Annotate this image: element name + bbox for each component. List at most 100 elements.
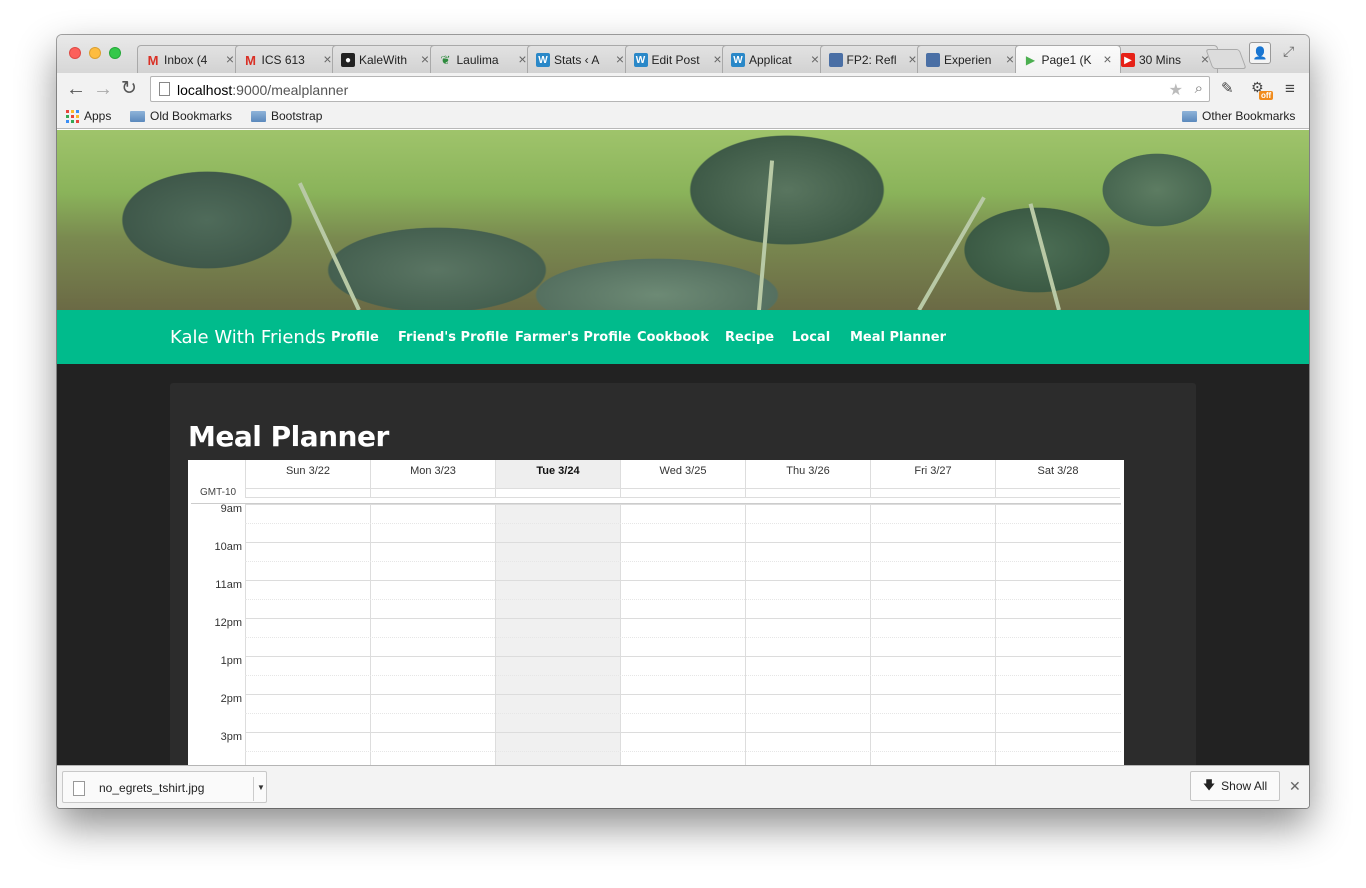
bookmark-apps[interactable]: Apps — [66, 109, 111, 123]
browser-window: M Inbox (4 × M ICS 613 × ● KaleWith × ❦ Laulima × W S… — [57, 35, 1309, 808]
address-bar[interactable]: localhost:9000/mealplanner ★ ⌕ — [150, 76, 1210, 102]
reload-icon[interactable]: ↻ — [121, 78, 137, 100]
all-day-slot[interactable] — [245, 488, 370, 498]
bookmark-star-icon[interactable]: ★ — [1169, 80, 1183, 100]
back-arrow-icon[interactable]: ← — [66, 78, 86, 100]
all-day-slot[interactable] — [995, 488, 1120, 498]
wordpress-icon: W — [536, 53, 550, 67]
all-day-slot[interactable] — [495, 488, 620, 498]
eyedropper-extension-icon[interactable]: ✎ — [1221, 79, 1241, 99]
tab-close-icon[interactable]: × — [1103, 51, 1111, 67]
hour-gridline — [245, 694, 1121, 695]
all-day-slot[interactable] — [745, 488, 870, 498]
minimize-window-button[interactable] — [89, 47, 101, 59]
new-tab-button[interactable] — [1205, 49, 1247, 69]
page-icon — [828, 53, 843, 67]
site-brand-link[interactable]: Kale With Friends — [170, 327, 326, 348]
tab-close-icon[interactable]: × — [616, 51, 624, 67]
tab-close-icon[interactable]: × — [518, 51, 526, 67]
calendar-day-column[interactable] — [745, 504, 870, 765]
site-navbar: Kale With Friends Profile Friend's Profi… — [57, 310, 1309, 364]
download-file-name: no_egrets_tshirt.jpg — [99, 781, 205, 795]
all-day-slot[interactable] — [620, 488, 745, 498]
folder-icon — [130, 110, 145, 122]
all-day-slot[interactable] — [870, 488, 995, 498]
bookmark-label: Other Bookmarks — [1202, 109, 1296, 123]
nav-local[interactable]: Local — [792, 330, 830, 345]
hour-gridline — [245, 656, 1121, 657]
bookmark-apps-label: Apps — [84, 109, 112, 123]
laulima-icon: ❦ — [440, 53, 451, 67]
tab-title: 30 Mins — [1139, 53, 1182, 67]
hour-label: 1pm — [220, 655, 242, 667]
fullscreen-icon[interactable]: ⤢ — [1283, 43, 1294, 60]
all-day-slot[interactable] — [370, 488, 495, 498]
show-all-downloads-button[interactable]: 🡇 Show All — [1190, 771, 1280, 801]
tab-strip: M Inbox (4 × M ICS 613 × ● KaleWith × ❦ Laulima × W S… — [57, 35, 1309, 73]
wordpress-icon: W — [633, 53, 648, 67]
browser-tab[interactable]: W Applicat × — [722, 45, 828, 73]
nav-farmers-profile[interactable]: Farmer's Profile — [515, 330, 631, 345]
browser-tab[interactable]: ▶ 30 Mins × — [1112, 45, 1218, 73]
bookmark-label: Old Bookmarks — [150, 109, 233, 123]
nav-profile[interactable]: Profile — [331, 330, 379, 345]
chrome-menu-icon[interactable]: ≡ — [1285, 79, 1295, 99]
url-host: localhost — [177, 82, 233, 98]
browser-toolbar: ← → ↻ localhost:9000/mealplanner ★ ⌕ ✎ ⚙… — [57, 73, 1309, 105]
bookmark-bootstrap[interactable]: Bootstrap — [251, 109, 322, 123]
bookmark-other-bookmarks[interactable]: Other Bookmarks — [1182, 109, 1295, 123]
browser-tab[interactable]: W Stats ‹ A × — [527, 45, 633, 73]
nav-friends-profile[interactable]: Friend's Profile — [398, 330, 508, 345]
calendar-day-column[interactable] — [370, 504, 495, 765]
calendar-time-grid[interactable]: 9am 10am 11am 12pm 1pm 2pm 3pm — [191, 503, 1121, 765]
close-window-button[interactable] — [69, 47, 81, 59]
browser-tab[interactable]: FP2: Refl × — [819, 45, 926, 73]
browser-tab[interactable]: M Inbox (4 × — [137, 45, 243, 73]
browser-tab[interactable]: M ICS 613 × — [234, 45, 341, 73]
page-icon — [159, 82, 170, 96]
calendar-day-header: Sat 3/28 — [995, 460, 1120, 488]
tab-close-icon[interactable]: × — [323, 51, 331, 67]
nav-recipe[interactable]: Recipe — [725, 330, 774, 345]
calendar-day-column[interactable] — [495, 504, 620, 765]
download-shelf: no_egrets_tshirt.jpg ▼ 🡇 Show All ✕ — [57, 765, 1309, 808]
zoom-magnifier-icon[interactable]: ⌕ — [1195, 80, 1203, 97]
nav-cookbook[interactable]: Cookbook — [637, 330, 709, 345]
bookmark-label: Bootstrap — [271, 109, 323, 123]
calendar-day-column[interactable] — [245, 504, 370, 765]
folder-icon — [1182, 110, 1197, 122]
tab-close-icon[interactable]: × — [713, 51, 721, 67]
kale-hero-image — [57, 130, 1309, 310]
extension-badge: off — [1259, 91, 1274, 100]
close-icon[interactable]: ✕ — [1289, 778, 1301, 795]
tab-title: Page1 (K — [1041, 53, 1092, 67]
calendar-day-header: Mon 3/23 — [370, 460, 495, 488]
download-item[interactable]: no_egrets_tshirt.jpg ▼ — [62, 771, 267, 803]
calendar-day-column[interactable] — [870, 504, 995, 765]
nav-meal-planner[interactable]: Meal Planner — [850, 330, 946, 345]
browser-tab[interactable]: ❦ Laulima × — [429, 45, 536, 73]
tab-close-icon[interactable]: × — [811, 51, 819, 67]
tab-close-icon[interactable]: × — [226, 51, 234, 67]
page-viewport: Kale With Friends Profile Friend's Profi… — [57, 130, 1309, 765]
forward-arrow-icon[interactable]: → — [93, 78, 113, 100]
profile-icon[interactable]: 👤 — [1249, 42, 1271, 64]
browser-tab[interactable]: ▶ Page1 (K × — [1014, 45, 1121, 73]
half-hour-gridline — [245, 675, 1121, 676]
tab-close-icon[interactable]: × — [421, 51, 429, 67]
browser-tab[interactable]: ● KaleWith × — [332, 45, 438, 73]
page-icon — [926, 53, 940, 67]
tab-title: KaleWith — [359, 53, 408, 67]
download-menu-chevron-icon[interactable]: ▼ — [253, 777, 268, 801]
tab-close-icon[interactable]: × — [1006, 51, 1014, 67]
calendar-day-column[interactable] — [620, 504, 745, 765]
url-path: :9000/mealplanner — [232, 82, 349, 98]
hour-gridline — [245, 542, 1121, 543]
zoom-window-button[interactable] — [109, 47, 121, 59]
apps-grid-icon — [66, 109, 79, 123]
bookmark-old-bookmarks[interactable]: Old Bookmarks — [130, 109, 232, 123]
tab-close-icon[interactable]: × — [908, 51, 916, 67]
browser-tab[interactable]: W Edit Post × — [624, 45, 731, 73]
browser-tab[interactable]: Experien × — [917, 45, 1023, 73]
calendar-day-column[interactable] — [995, 504, 1120, 765]
